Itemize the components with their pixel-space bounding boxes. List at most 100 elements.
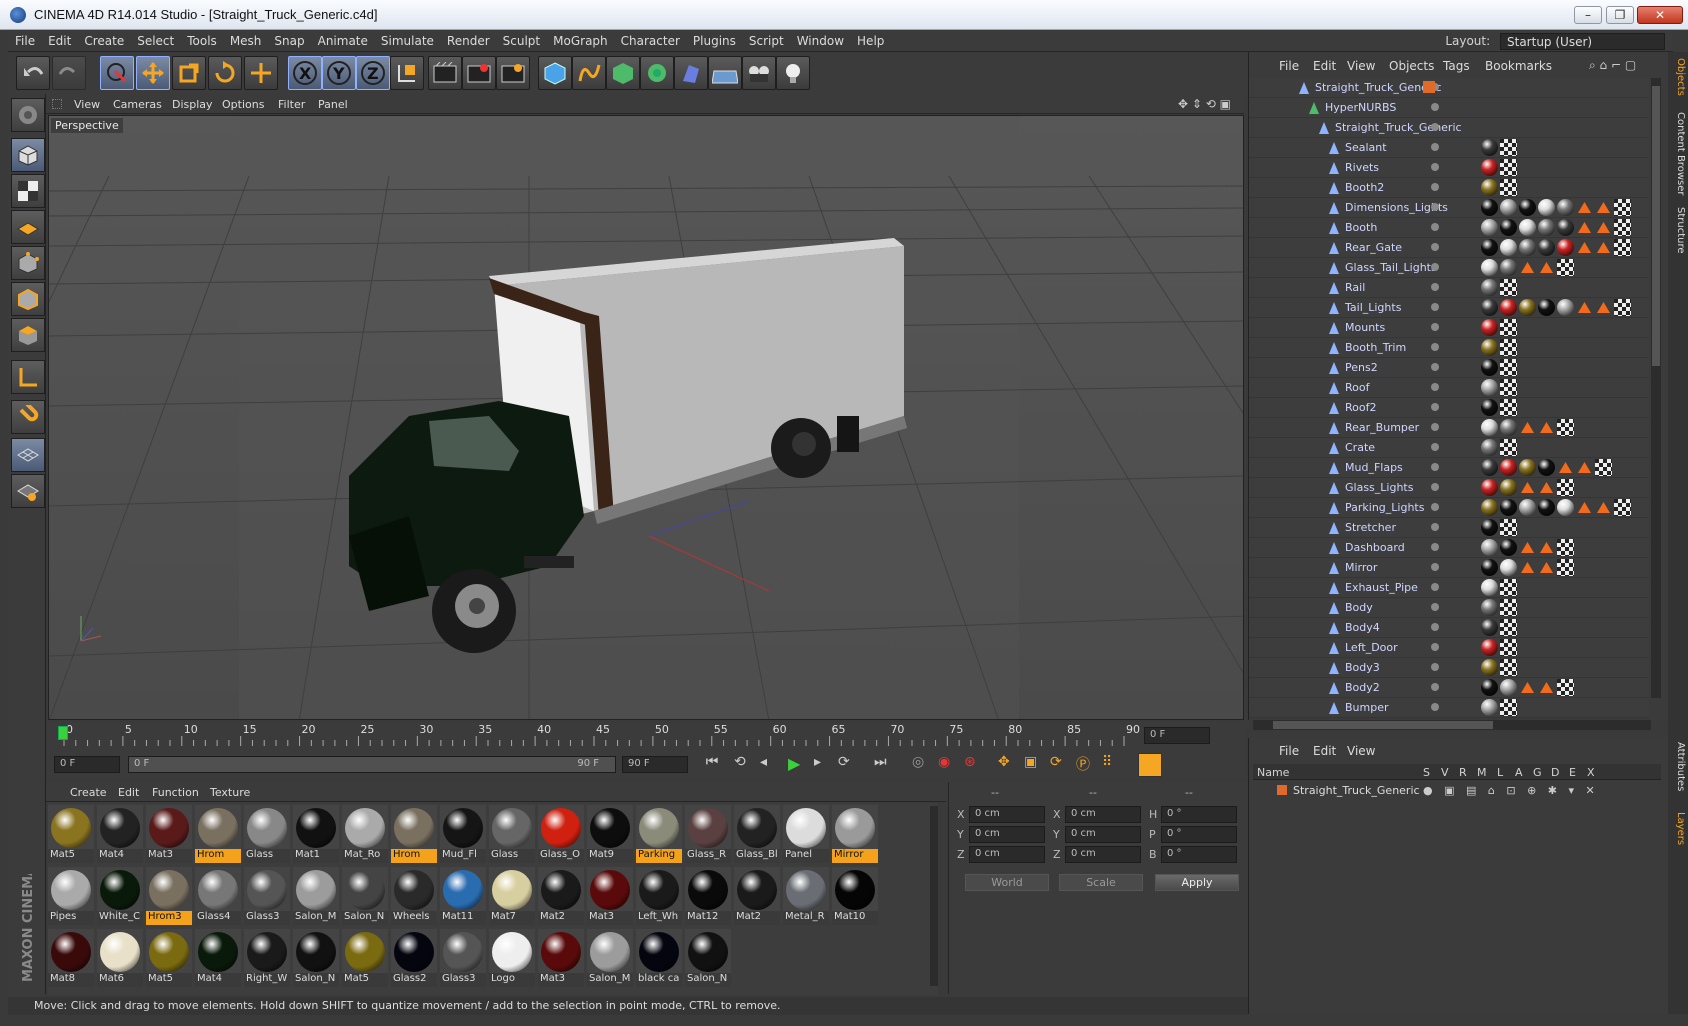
tab-structure[interactable]: Structure bbox=[1670, 207, 1686, 254]
menu-animate[interactable]: Animate bbox=[311, 30, 374, 48]
scale-dropdown[interactable]: Scale bbox=[1059, 874, 1143, 891]
position-y-field[interactable]: 0 cm bbox=[969, 826, 1045, 843]
coordinate-system-icon[interactable] bbox=[390, 56, 424, 90]
uvw-tag-icon[interactable] bbox=[1557, 679, 1574, 696]
material-tag-icon[interactable] bbox=[1481, 319, 1498, 336]
selection-tag-icon[interactable] bbox=[1538, 419, 1555, 436]
edges-mode-icon[interactable] bbox=[11, 282, 45, 316]
start-frame-field[interactable]: 0 F bbox=[54, 756, 120, 773]
material-swatch[interactable]: Glass_R bbox=[685, 805, 731, 863]
menu-sculpt[interactable]: Sculpt bbox=[496, 30, 546, 48]
visibility-dot-icon[interactable] bbox=[1431, 523, 1439, 531]
object-row[interactable]: Roof2 bbox=[1249, 398, 1649, 418]
material-tag-icon[interactable] bbox=[1519, 299, 1536, 316]
selection-tag-icon[interactable] bbox=[1595, 219, 1612, 236]
menu-character[interactable]: Character bbox=[614, 30, 686, 48]
material-tag-icon[interactable] bbox=[1500, 539, 1517, 556]
live-selection-icon[interactable] bbox=[100, 56, 134, 90]
object-row[interactable]: Dashboard bbox=[1249, 538, 1649, 558]
selection-tag-icon[interactable] bbox=[1538, 479, 1555, 496]
object-name[interactable]: Body3 bbox=[1345, 661, 1380, 674]
visibility-dot-icon[interactable] bbox=[1431, 163, 1439, 171]
visibility-dot-icon[interactable] bbox=[1431, 343, 1439, 351]
material-tag-icon[interactable] bbox=[1500, 199, 1517, 216]
material-tag-icon[interactable] bbox=[1481, 259, 1498, 276]
visibility-dot-icon[interactable] bbox=[1431, 243, 1439, 251]
visibility-dot-icon[interactable] bbox=[1431, 203, 1439, 211]
material-swatch[interactable]: Mat3 bbox=[146, 805, 192, 863]
material-swatch[interactable]: Hrom bbox=[195, 805, 241, 863]
object-row[interactable]: Rail bbox=[1249, 278, 1649, 298]
material-swatch[interactable]: Glass_Bl bbox=[734, 805, 780, 863]
material-tag-icon[interactable] bbox=[1557, 499, 1574, 516]
material-swatch[interactable]: Wheels bbox=[391, 867, 437, 925]
object-row[interactable]: Mirror bbox=[1249, 558, 1649, 578]
material-swatch[interactable]: Mirror bbox=[832, 805, 878, 863]
material-swatch[interactable]: Left_Wh bbox=[636, 867, 682, 925]
material-swatch[interactable]: black ca bbox=[636, 929, 682, 987]
uvw-tag-icon[interactable] bbox=[1614, 219, 1631, 236]
object-row[interactable]: Glass_Tail_Lights bbox=[1249, 258, 1649, 278]
material-tag-icon[interactable] bbox=[1481, 399, 1498, 416]
object-row[interactable]: Bumper bbox=[1249, 698, 1649, 718]
object-row[interactable]: Exhaust_Pipe bbox=[1249, 578, 1649, 598]
viewport-menu-view[interactable]: View bbox=[74, 98, 100, 111]
object-name[interactable]: Exhaust_Pipe bbox=[1345, 581, 1418, 594]
material-tag-icon[interactable] bbox=[1481, 539, 1498, 556]
material-tag-icon[interactable] bbox=[1557, 299, 1574, 316]
key-parameter-icon[interactable]: Ⓟ bbox=[1076, 754, 1100, 776]
y-axis-lock-icon[interactable]: Y bbox=[322, 56, 356, 90]
uvw-tag-icon[interactable] bbox=[1500, 319, 1517, 336]
viewport-menu-options[interactable]: Options bbox=[222, 98, 264, 111]
tab-objects[interactable]: Objects bbox=[1670, 58, 1686, 96]
material-tag-icon[interactable] bbox=[1481, 419, 1498, 436]
record-keys-icon[interactable]: ◎ bbox=[912, 754, 936, 776]
uvw-tag-icon[interactable] bbox=[1500, 359, 1517, 376]
texture-mode-icon[interactable] bbox=[11, 174, 45, 208]
make-editable-icon[interactable] bbox=[11, 98, 45, 132]
material-tag-icon[interactable] bbox=[1500, 419, 1517, 436]
selection-tag-icon[interactable] bbox=[1576, 459, 1593, 476]
points-mode-icon[interactable] bbox=[11, 246, 45, 280]
object-name[interactable]: Booth2 bbox=[1345, 181, 1384, 194]
locked-workplane-icon[interactable] bbox=[11, 474, 45, 508]
object-name[interactable]: HyperNURBS bbox=[1325, 101, 1396, 114]
cube-primitive-icon[interactable] bbox=[538, 56, 572, 90]
search-icon[interactable]: ⌕ ⌂ ⌐ ▢ bbox=[1589, 58, 1636, 73]
material-tag-icon[interactable] bbox=[1481, 239, 1498, 256]
object-name[interactable]: Booth_Trim bbox=[1345, 341, 1406, 354]
material-tag-icon[interactable] bbox=[1538, 499, 1555, 516]
floor-scene-icon[interactable] bbox=[708, 56, 742, 90]
visibility-dot-icon[interactable] bbox=[1431, 603, 1439, 611]
material-swatch[interactable]: Mat8 bbox=[48, 929, 94, 987]
material-menu-edit[interactable]: Edit bbox=[118, 786, 139, 799]
axis-mode-icon[interactable] bbox=[11, 360, 45, 394]
material-tag-icon[interactable] bbox=[1481, 519, 1498, 536]
viewport-menu-panel[interactable]: Panel bbox=[318, 98, 348, 111]
material-tag-icon[interactable] bbox=[1481, 679, 1498, 696]
position-x-field[interactable]: 0 cm bbox=[969, 806, 1045, 823]
uvw-tag-icon[interactable] bbox=[1500, 279, 1517, 296]
size-z-field[interactable]: 0 cm bbox=[1065, 846, 1141, 863]
object-row[interactable]: Booth bbox=[1249, 218, 1649, 238]
previous-key-icon[interactable]: ⟲ bbox=[734, 754, 758, 776]
key-position-icon[interactable]: ✥ bbox=[998, 754, 1022, 776]
uvw-tag-icon[interactable] bbox=[1500, 519, 1517, 536]
rotation-h-field[interactable]: 0 ° bbox=[1161, 806, 1237, 823]
playhead[interactable] bbox=[58, 726, 68, 740]
object-row[interactable]: Left_Door bbox=[1249, 638, 1649, 658]
uvw-tag-icon[interactable] bbox=[1557, 259, 1574, 276]
selection-tag-icon[interactable] bbox=[1576, 219, 1593, 236]
uvw-tag-icon[interactable] bbox=[1557, 479, 1574, 496]
menu-mograph[interactable]: MoGraph bbox=[546, 30, 614, 48]
visibility-dot-icon[interactable] bbox=[1431, 103, 1439, 111]
visibility-dot-icon[interactable] bbox=[1431, 303, 1439, 311]
size-x-field[interactable]: 0 cm bbox=[1065, 806, 1141, 823]
object-row[interactable]: Body3 bbox=[1249, 658, 1649, 678]
material-tag-icon[interactable] bbox=[1481, 179, 1498, 196]
objects-menu-bookmarks[interactable]: Bookmarks bbox=[1485, 59, 1552, 73]
object-row[interactable]: Body bbox=[1249, 598, 1649, 618]
object-row[interactable]: Parking_Lights bbox=[1249, 498, 1649, 518]
material-swatch[interactable]: Pipes bbox=[48, 867, 94, 925]
material-scrollbar[interactable] bbox=[930, 806, 938, 986]
